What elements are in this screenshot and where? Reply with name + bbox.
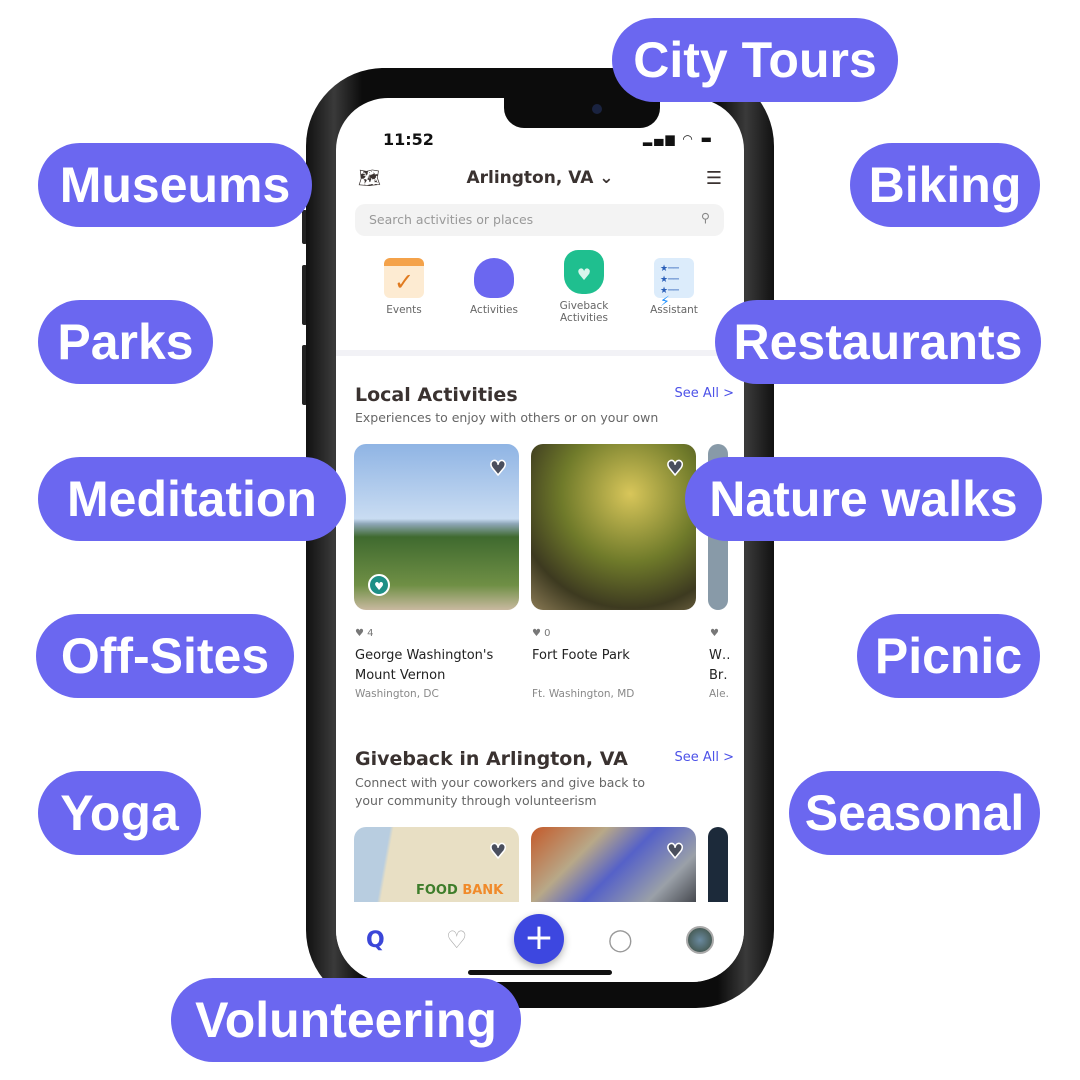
local-see-all-link[interactable]: See All > bbox=[674, 386, 734, 401]
search-input[interactable]: Search activities or places ⚲ bbox=[355, 204, 724, 236]
assistant-list-icon: ★── ★── ★── ⚡ bbox=[654, 258, 694, 309]
activity-location: Ale… bbox=[709, 688, 729, 700]
heart-icon[interactable]: ♥ bbox=[665, 838, 684, 864]
search-icon[interactable]: Q bbox=[366, 928, 385, 953]
category-giveback[interactable]: ♥ Giveback Activities bbox=[544, 250, 624, 324]
giveback-badge-icon: ♥ bbox=[368, 574, 390, 596]
avatar[interactable] bbox=[686, 926, 714, 954]
tag-city-tours: City Tours bbox=[612, 18, 898, 102]
heart-outline-icon[interactable]: ♡ bbox=[446, 926, 468, 954]
heart-icon[interactable]: ♥ bbox=[488, 455, 507, 481]
activity-location: Ft. Washington, MD bbox=[532, 688, 635, 700]
likes-count: ♥ 0 bbox=[532, 628, 551, 639]
tag-museums: Museums bbox=[38, 143, 312, 227]
home-indicator bbox=[468, 970, 612, 975]
status-icons: ▂▄▆ ◠ ▬ bbox=[642, 132, 714, 146]
lotus-icon bbox=[474, 258, 514, 298]
add-button[interactable]: + bbox=[514, 914, 564, 964]
tag-picnic: Picnic bbox=[857, 614, 1040, 698]
tag-biking: Biking bbox=[850, 143, 1040, 227]
tag-off-sites: Off-Sites bbox=[36, 614, 294, 698]
search-icon: ⚲ bbox=[700, 210, 710, 225]
calendar-check-icon: ✓ bbox=[384, 258, 424, 298]
giveback-see-all-link[interactable]: See All > bbox=[674, 750, 734, 765]
local-activities-subtitle: Experiences to enjoy with others or on y… bbox=[355, 410, 659, 425]
activity-title[interactable]: W… Br… bbox=[709, 646, 729, 686]
tag-nature-walks: Nature walks bbox=[685, 457, 1042, 541]
category-label: Events bbox=[386, 304, 422, 316]
phone-screen: 11:52 ▂▄▆ ◠ ▬ 🗺︎ Arlington, VA ⌄ ☰ Searc… bbox=[336, 98, 744, 982]
location-label: Arlington, VA bbox=[466, 168, 594, 188]
local-activities-title: Local Activities bbox=[355, 384, 518, 406]
activity-title[interactable]: George Washington's Mount Vernon bbox=[355, 646, 520, 686]
activity-location: Washington, DC bbox=[355, 688, 439, 700]
hand-heart-icon: ♥ bbox=[564, 250, 604, 294]
giveback-title: Giveback in Arlington, VA bbox=[355, 748, 628, 770]
sliders-icon[interactable]: ☰ bbox=[706, 168, 722, 189]
activity-card-image[interactable]: ♥ ♥ bbox=[354, 444, 519, 610]
location-selector[interactable]: Arlington, VA ⌄ bbox=[336, 168, 744, 188]
heart-icon[interactable]: ♥ bbox=[665, 455, 684, 481]
search-placeholder: Search activities or places bbox=[369, 212, 534, 227]
likes-count: ♥ 4 bbox=[355, 628, 374, 639]
tag-yoga: Yoga bbox=[38, 771, 201, 855]
tag-restaurants: Restaurants bbox=[715, 300, 1041, 384]
tag-seasonal: Seasonal bbox=[789, 771, 1040, 855]
notch bbox=[504, 98, 660, 128]
likes-count: ♥ bbox=[710, 628, 719, 639]
category-label: Assistant bbox=[650, 304, 698, 316]
chat-bubble-icon[interactable]: ◯ bbox=[608, 928, 633, 953]
bottom-nav: Q ♡ + ◯ bbox=[336, 902, 744, 982]
chevron-down-icon: ⌄ bbox=[599, 168, 614, 188]
tag-meditation: Meditation bbox=[38, 457, 346, 541]
tag-volunteering: Volunteering bbox=[171, 978, 521, 1062]
category-label: Activities bbox=[470, 304, 518, 316]
category-activities[interactable]: Activities bbox=[454, 258, 534, 316]
category-events[interactable]: ✓ Events bbox=[364, 258, 444, 316]
status-time: 11:52 bbox=[383, 130, 434, 149]
activity-title[interactable]: Fort Foote Park bbox=[532, 646, 697, 666]
category-label: Giveback Activities bbox=[559, 300, 609, 324]
heart-icon[interactable]: ♥ bbox=[488, 838, 507, 864]
divider bbox=[336, 350, 744, 356]
tag-parks: Parks bbox=[38, 300, 213, 384]
giveback-subtitle: Connect with your coworkers and give bac… bbox=[355, 775, 646, 808]
activity-card-image[interactable]: ♥ bbox=[531, 444, 696, 610]
category-assistant[interactable]: ★── ★── ★── ⚡ Assistant bbox=[634, 258, 714, 316]
